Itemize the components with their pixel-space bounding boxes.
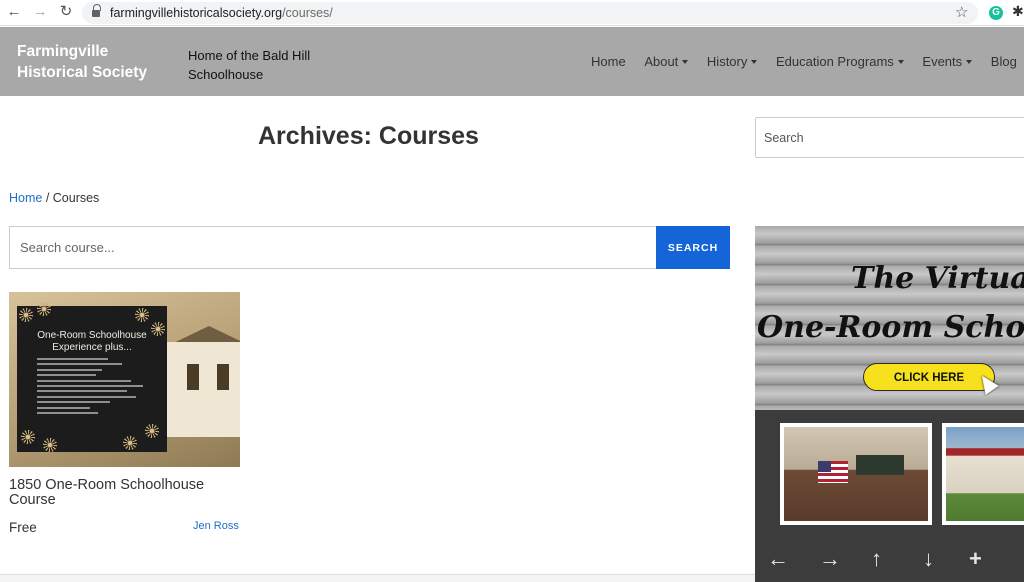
- forward-arrow-icon[interactable]: →: [31, 3, 49, 21]
- course-search-input[interactable]: [9, 226, 657, 269]
- course-thumbnail[interactable]: One-Room Schoolhouse Experience plus...: [9, 292, 240, 467]
- nav-home[interactable]: Home: [591, 54, 626, 69]
- right-arrow-icon[interactable]: →: [819, 546, 841, 572]
- down-arrow-icon[interactable]: ↓: [923, 546, 934, 572]
- click-here-button[interactable]: CLICK HERE: [863, 363, 995, 391]
- url-text: farmingvillehistoricalsociety.org/course…: [110, 6, 333, 20]
- main-nav: Home About History Education Programs Ev…: [591, 54, 1024, 69]
- browser-toolbar: ← → ↻ farmingvillehistoricalsociety.org/…: [0, 0, 1024, 26]
- flag-icon: [818, 461, 848, 483]
- site-header: Farmingville Historical Society Home of …: [0, 27, 1024, 96]
- breadcrumb-current: Courses: [52, 191, 100, 205]
- site-tagline: Home of the Bald Hill Schoolhouse: [188, 48, 311, 82]
- flower-decoration-icon: [19, 308, 33, 322]
- bookmark-star-icon[interactable]: ☆: [955, 3, 968, 21]
- flower-decoration-icon: [43, 438, 57, 452]
- caret-down-icon: [966, 59, 973, 64]
- nav-about[interactable]: About: [644, 54, 689, 69]
- flower-decoration-icon: [145, 424, 159, 438]
- left-arrow-icon[interactable]: ←: [767, 546, 789, 572]
- reload-icon[interactable]: ↻: [57, 3, 75, 21]
- promo-title-line2: One-Room School: [757, 310, 1024, 345]
- course-price: Free: [9, 520, 37, 535]
- page-title: Archives: Courses: [258, 122, 479, 150]
- breadcrumb-home-link[interactable]: Home: [9, 191, 42, 205]
- course-author-link[interactable]: Jen Ross: [193, 520, 239, 532]
- address-bar[interactable]: farmingvillehistoricalsociety.org/course…: [82, 2, 978, 24]
- promo-navigation-arrows: ← → ↑ ↓ +: [755, 546, 1024, 576]
- sidebar-search-input[interactable]: [755, 117, 1024, 158]
- lock-icon: [92, 4, 101, 17]
- flower-decoration-icon: [21, 430, 35, 444]
- flower-decoration-icon: [135, 308, 149, 322]
- grammarly-extension-icon[interactable]: G: [989, 6, 1003, 20]
- virtual-schoolhouse-promo[interactable]: The Virtual One-Room School CLICK HERE ←…: [755, 226, 1024, 582]
- course-title-link[interactable]: 1850 One-Room Schoolhouse Course: [9, 478, 239, 508]
- extensions-puzzle-icon[interactable]: ✱: [1012, 3, 1024, 20]
- schoolhouse-exterior-photo[interactable]: [942, 423, 1024, 525]
- back-arrow-icon[interactable]: ←: [5, 3, 23, 21]
- nav-history[interactable]: History: [707, 54, 758, 69]
- move-icon[interactable]: +: [969, 546, 982, 572]
- thumbnail-text-panel: One-Room Schoolhouse Experience plus...: [17, 302, 167, 452]
- up-arrow-icon[interactable]: ↑: [871, 546, 882, 572]
- flower-decoration-icon: [151, 322, 165, 336]
- breadcrumb: Home / Courses: [9, 191, 100, 205]
- nav-events[interactable]: Events: [922, 54, 973, 69]
- nav-education-programs[interactable]: Education Programs: [776, 54, 904, 69]
- promo-title-line1: The Virtual: [851, 261, 1024, 296]
- course-search-button[interactable]: SEARCH: [656, 226, 730, 269]
- caret-down-icon: [682, 59, 689, 64]
- thumbnail-bullet-list: [37, 358, 155, 417]
- classroom-photo[interactable]: [780, 423, 932, 525]
- nav-blog[interactable]: Blog: [991, 54, 1017, 69]
- flower-decoration-icon: [123, 436, 137, 450]
- caret-down-icon: [751, 59, 758, 64]
- caret-down-icon: [897, 59, 904, 64]
- flower-decoration-icon: [37, 302, 51, 316]
- site-brand[interactable]: Farmingville Historical Society: [17, 41, 167, 83]
- page-footer-edge: [0, 574, 755, 582]
- chalkboard-icon: [856, 455, 904, 475]
